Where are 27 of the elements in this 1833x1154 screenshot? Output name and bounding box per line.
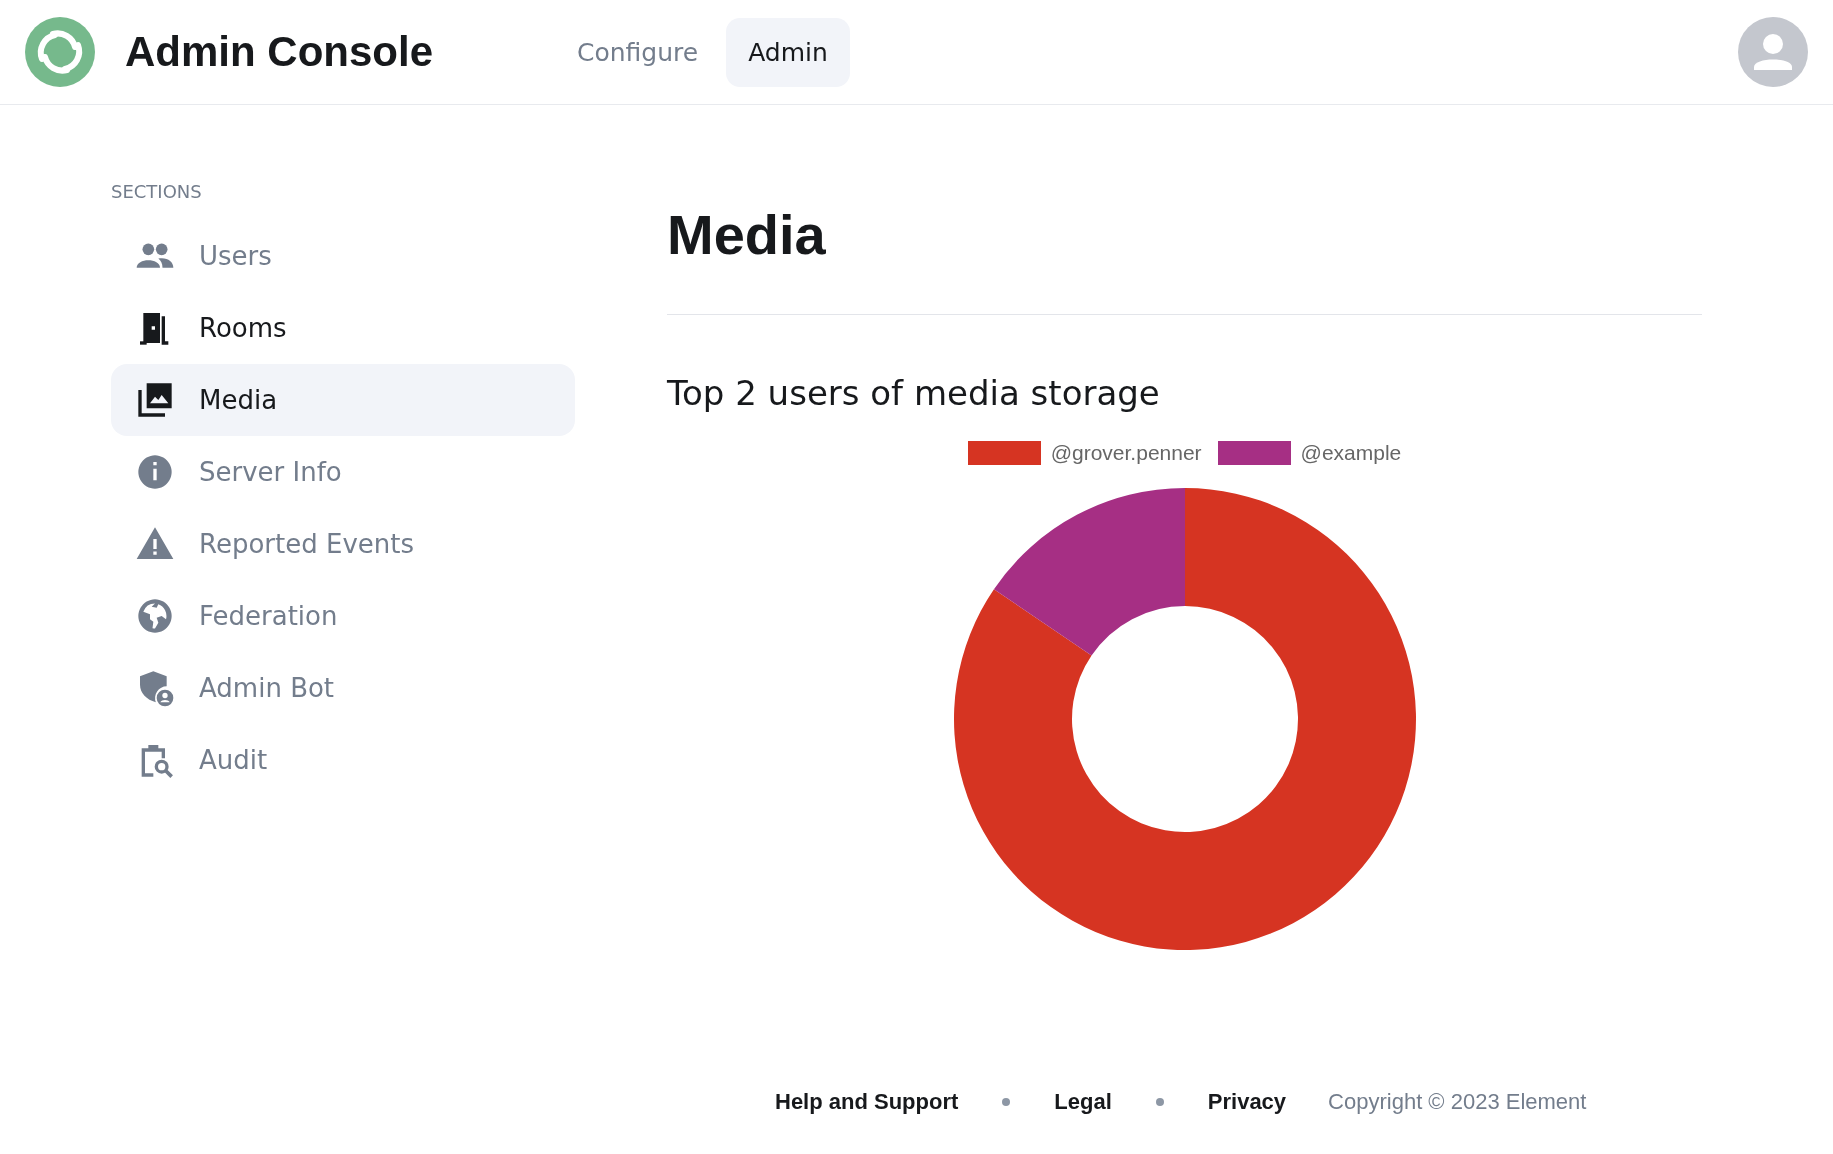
legend-label: @grover.penner <box>1050 440 1202 465</box>
avatar-icon[interactable] <box>1738 17 1808 87</box>
footer-link[interactable]: Legal <box>1054 1088 1112 1115</box>
globe-icon <box>135 596 175 636</box>
logo-icon <box>25 17 95 87</box>
page-title: Media <box>667 202 827 268</box>
nav-tab[interactable]: Admin <box>726 17 850 87</box>
sidebar-item[interactable]: Admin Bot <box>111 652 575 724</box>
legend-label: @example <box>1300 440 1402 465</box>
sidebar-heading: SECTIONS <box>111 181 203 202</box>
sidebar-item[interactable]: Audit <box>111 724 575 796</box>
sidebar-item[interactable]: Users <box>111 220 575 292</box>
copyright-text: Copyright © 2023 Element <box>1328 1088 1587 1115</box>
sidebar-item[interactable]: Rooms <box>111 292 575 364</box>
images-icon <box>135 380 175 420</box>
info-icon <box>135 452 175 492</box>
separator-dot-icon <box>1002 1097 1011 1106</box>
nav-tab[interactable]: Configure <box>555 17 721 87</box>
sidebar-item[interactable]: Media <box>111 364 575 436</box>
chart-title: Top 2 users of media storage <box>667 372 1161 413</box>
sidebar-item[interactable]: Reported Events <box>111 508 575 580</box>
sidebar-item[interactable]: Server Info <box>111 436 575 508</box>
footer-link[interactable]: Help and Support <box>775 1088 959 1115</box>
app-title: Admin Console <box>125 28 434 76</box>
separator-dot-icon <box>1155 1097 1164 1106</box>
footer-link[interactable]: Privacy <box>1207 1088 1287 1115</box>
sidebar-item[interactable]: Federation <box>111 580 575 652</box>
